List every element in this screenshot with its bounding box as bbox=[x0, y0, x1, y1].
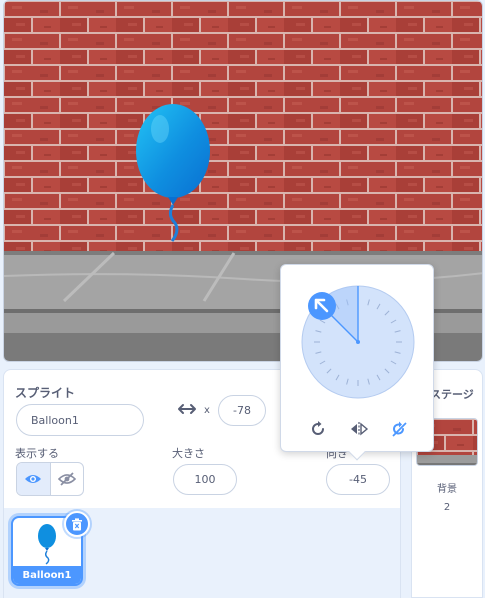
dont-rotate-button[interactable] bbox=[387, 418, 411, 440]
direction-handle[interactable] bbox=[308, 292, 336, 320]
direction-popover bbox=[280, 264, 434, 461]
sprite-thumbnail-label: Balloon1 bbox=[13, 566, 81, 584]
rotate-all-around-button[interactable] bbox=[306, 418, 330, 440]
app-root: スプライト Balloon1 x -78 表示する 大きさ 100 向き -45… bbox=[0, 0, 485, 598]
dont-rotate-icon bbox=[392, 421, 407, 437]
rotate-all-around-icon bbox=[312, 421, 324, 435]
direction-dial[interactable] bbox=[295, 279, 421, 405]
sprite-name-input[interactable]: Balloon1 bbox=[16, 404, 144, 436]
trash-icon bbox=[72, 517, 82, 530]
sprite-heading: スプライト bbox=[15, 386, 76, 400]
size-input[interactable]: 100 bbox=[173, 464, 237, 495]
hide-button[interactable] bbox=[49, 463, 83, 495]
x-label: x bbox=[204, 405, 210, 416]
show-button[interactable] bbox=[17, 463, 50, 495]
eye-icon bbox=[25, 475, 42, 483]
backdrop-label: 背景 bbox=[437, 484, 457, 495]
sprite-list: Balloon1 bbox=[3, 508, 401, 598]
delete-sprite-button[interactable] bbox=[64, 511, 90, 537]
horizontal-arrows-icon bbox=[178, 404, 196, 414]
eye-slash-icon bbox=[57, 472, 76, 486]
visibility-toggle bbox=[16, 462, 84, 496]
size-label: 大きさ bbox=[172, 447, 205, 460]
backdrop-count: 2 bbox=[443, 502, 451, 513]
flip-left-right-icon bbox=[351, 422, 369, 436]
direction-input[interactable]: -45 bbox=[326, 464, 390, 495]
stage-panel-title: ステージ bbox=[430, 388, 474, 401]
flip-left-right-button[interactable] bbox=[347, 418, 371, 440]
show-label: 表示する bbox=[15, 447, 59, 460]
x-input[interactable]: -78 bbox=[218, 395, 266, 426]
